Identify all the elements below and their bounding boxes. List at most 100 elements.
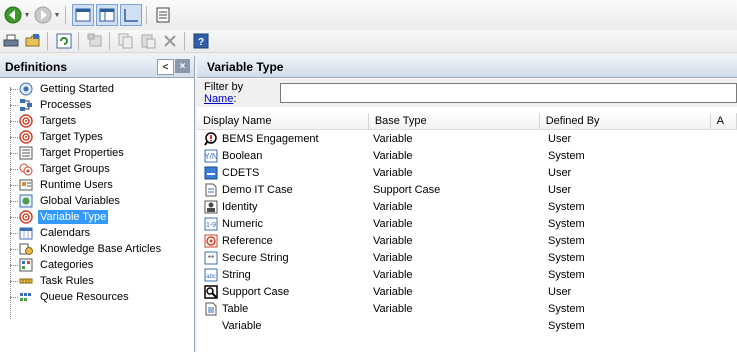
string-icon: abc [204, 268, 218, 282]
table-row[interactable]: Y/N Boolean Variable System [197, 147, 737, 164]
toolbar-separator [47, 32, 48, 50]
tree-item-label: Target Types [40, 131, 103, 143]
forward-dropdown-icon[interactable]: ▼ [53, 12, 61, 19]
filter-input[interactable] [280, 83, 737, 103]
view-details-icon[interactable] [96, 4, 118, 26]
toolbar-separator [78, 32, 79, 50]
table-row[interactable]: Demo IT Case Support Case User [197, 181, 737, 198]
cell-display-name: abc String [197, 268, 367, 282]
cdets-icon [204, 166, 218, 180]
copy-icon[interactable] [116, 31, 136, 51]
open-folder-icon[interactable] [23, 31, 43, 51]
cell-defined-by: User [548, 132, 572, 145]
cell-defined-by: System [548, 251, 585, 264]
move-icon[interactable] [85, 31, 105, 51]
tree-item-target-groups[interactable]: Target Groups [0, 161, 194, 177]
help-icon[interactable]: ? [191, 31, 211, 51]
table-row[interactable]: Variable System [197, 317, 737, 334]
column-header-base-type[interactable]: Base Type [369, 113, 540, 129]
tree-item-target-properties[interactable]: Target Properties [0, 145, 194, 161]
display-name-text: Secure String [222, 251, 289, 264]
table-row[interactable]: Support Case Variable User [197, 283, 737, 300]
close-panel-button[interactable]: × [175, 59, 190, 73]
definitions-header: Definitions < × [0, 56, 194, 78]
knowledge-base-icon [18, 241, 34, 257]
refresh-icon[interactable] [54, 31, 74, 51]
delete-icon[interactable] [160, 31, 180, 51]
definitions-panel: Definitions < × Getting Started Processes… [0, 56, 195, 352]
reference-icon [204, 234, 218, 248]
display-name-text: BEMS Engagement [222, 132, 319, 145]
back-icon[interactable] [3, 5, 23, 25]
print-icon[interactable] [1, 31, 21, 51]
tree-item-target-types[interactable]: Target Types [0, 129, 194, 145]
target-groups-icon [18, 161, 34, 177]
cell-base-type: Support Case [373, 183, 441, 196]
cell-display-name: Demo IT Case [197, 183, 367, 197]
column-header-a[interactable]: A [711, 113, 737, 129]
back-dropdown-icon[interactable]: ▼ [23, 12, 31, 19]
target-icon [18, 113, 34, 129]
display-name-text: Demo IT Case [222, 183, 293, 196]
table-row[interactable]: Table Variable System [197, 300, 737, 317]
tree-item-global-variables[interactable]: Global Variables [0, 193, 194, 209]
tree-item-label: Processes [40, 99, 92, 111]
tree-item-label: Calendars [40, 227, 91, 239]
cell-display-name: Table [197, 302, 367, 316]
table-row[interactable]: abc String Variable System [197, 266, 737, 283]
tree-item-runtime-users[interactable]: Runtime Users [0, 177, 194, 193]
cell-display-name: Support Case [197, 284, 367, 299]
target-properties-icon [18, 145, 34, 161]
table-row[interactable]: Identity Variable System [197, 198, 737, 215]
getting-started-icon [18, 81, 34, 97]
secure-string-icon: ** [204, 251, 218, 265]
table-row[interactable]: 1-9 Numeric Variable System [197, 215, 737, 232]
main-toolbar: ▼ ▼ [0, 0, 737, 30]
view-chart-icon[interactable] [120, 4, 142, 26]
forward-icon[interactable] [33, 5, 53, 25]
column-header-display-name[interactable]: Display Name [197, 113, 369, 129]
variable-icon [204, 319, 218, 333]
categories-icon [18, 257, 34, 273]
tree-item-knowledge-base-articles[interactable]: Knowledge Base Articles [0, 241, 194, 257]
runtime-users-icon [18, 177, 34, 193]
cell-defined-by: User [548, 285, 572, 298]
content-header: Variable Type [197, 56, 737, 78]
cell-defined-by: System [548, 200, 585, 213]
tree-item-targets[interactable]: Targets [0, 113, 194, 129]
identity-icon [204, 200, 218, 214]
column-header-defined-by[interactable]: Defined By [540, 113, 711, 129]
view-large-icon[interactable] [72, 4, 94, 26]
tree-item-calendars[interactable]: Calendars [0, 225, 194, 241]
action-toolbar: ? [0, 30, 737, 53]
filter-name-link[interactable]: Name [204, 93, 233, 105]
filter-prefix: Filter by [204, 81, 244, 93]
table-row[interactable]: ** Secure String Variable System [197, 249, 737, 266]
cell-base-type: Variable [373, 251, 413, 264]
tree-item-categories[interactable]: Categories [0, 257, 194, 273]
tree-item-getting-started[interactable]: Getting Started [0, 81, 194, 97]
processes-icon [18, 97, 34, 113]
tree-item-task-rules[interactable]: Task Rules [0, 273, 194, 289]
tree-item-label: Getting Started [40, 83, 114, 95]
table-row[interactable]: BEMS Engagement Variable User [197, 130, 737, 147]
tree-item-variable-type[interactable]: Variable Type [0, 209, 194, 225]
definitions-title: Definitions [5, 59, 67, 74]
cell-display-name: Y/N Boolean [197, 149, 367, 163]
cell-base-type: Variable [373, 234, 413, 247]
display-name-text: String [222, 268, 251, 281]
paste-icon[interactable] [138, 31, 158, 51]
tree-item-processes[interactable]: Processes [0, 97, 194, 113]
grid-body: BEMS Engagement Variable User Y/N Boolean Var… [197, 130, 737, 334]
collapse-panel-button[interactable]: < [157, 59, 174, 75]
properties-list-icon[interactable] [153, 5, 173, 25]
tree-item-queue-resources[interactable]: Queue Resources [0, 289, 194, 305]
boolean-icon: Y/N [204, 149, 218, 163]
support-case-icon [204, 284, 218, 299]
content-panel: Variable Type Filter by Name: Display Na… [197, 56, 737, 352]
definitions-tree: Getting Started Processes Targets Target Ty… [0, 78, 194, 319]
table-row[interactable]: CDETS Variable User [197, 164, 737, 181]
task-rules-icon [18, 273, 34, 289]
table-row[interactable]: Reference Variable System [197, 232, 737, 249]
display-name-text: Identity [222, 200, 258, 213]
